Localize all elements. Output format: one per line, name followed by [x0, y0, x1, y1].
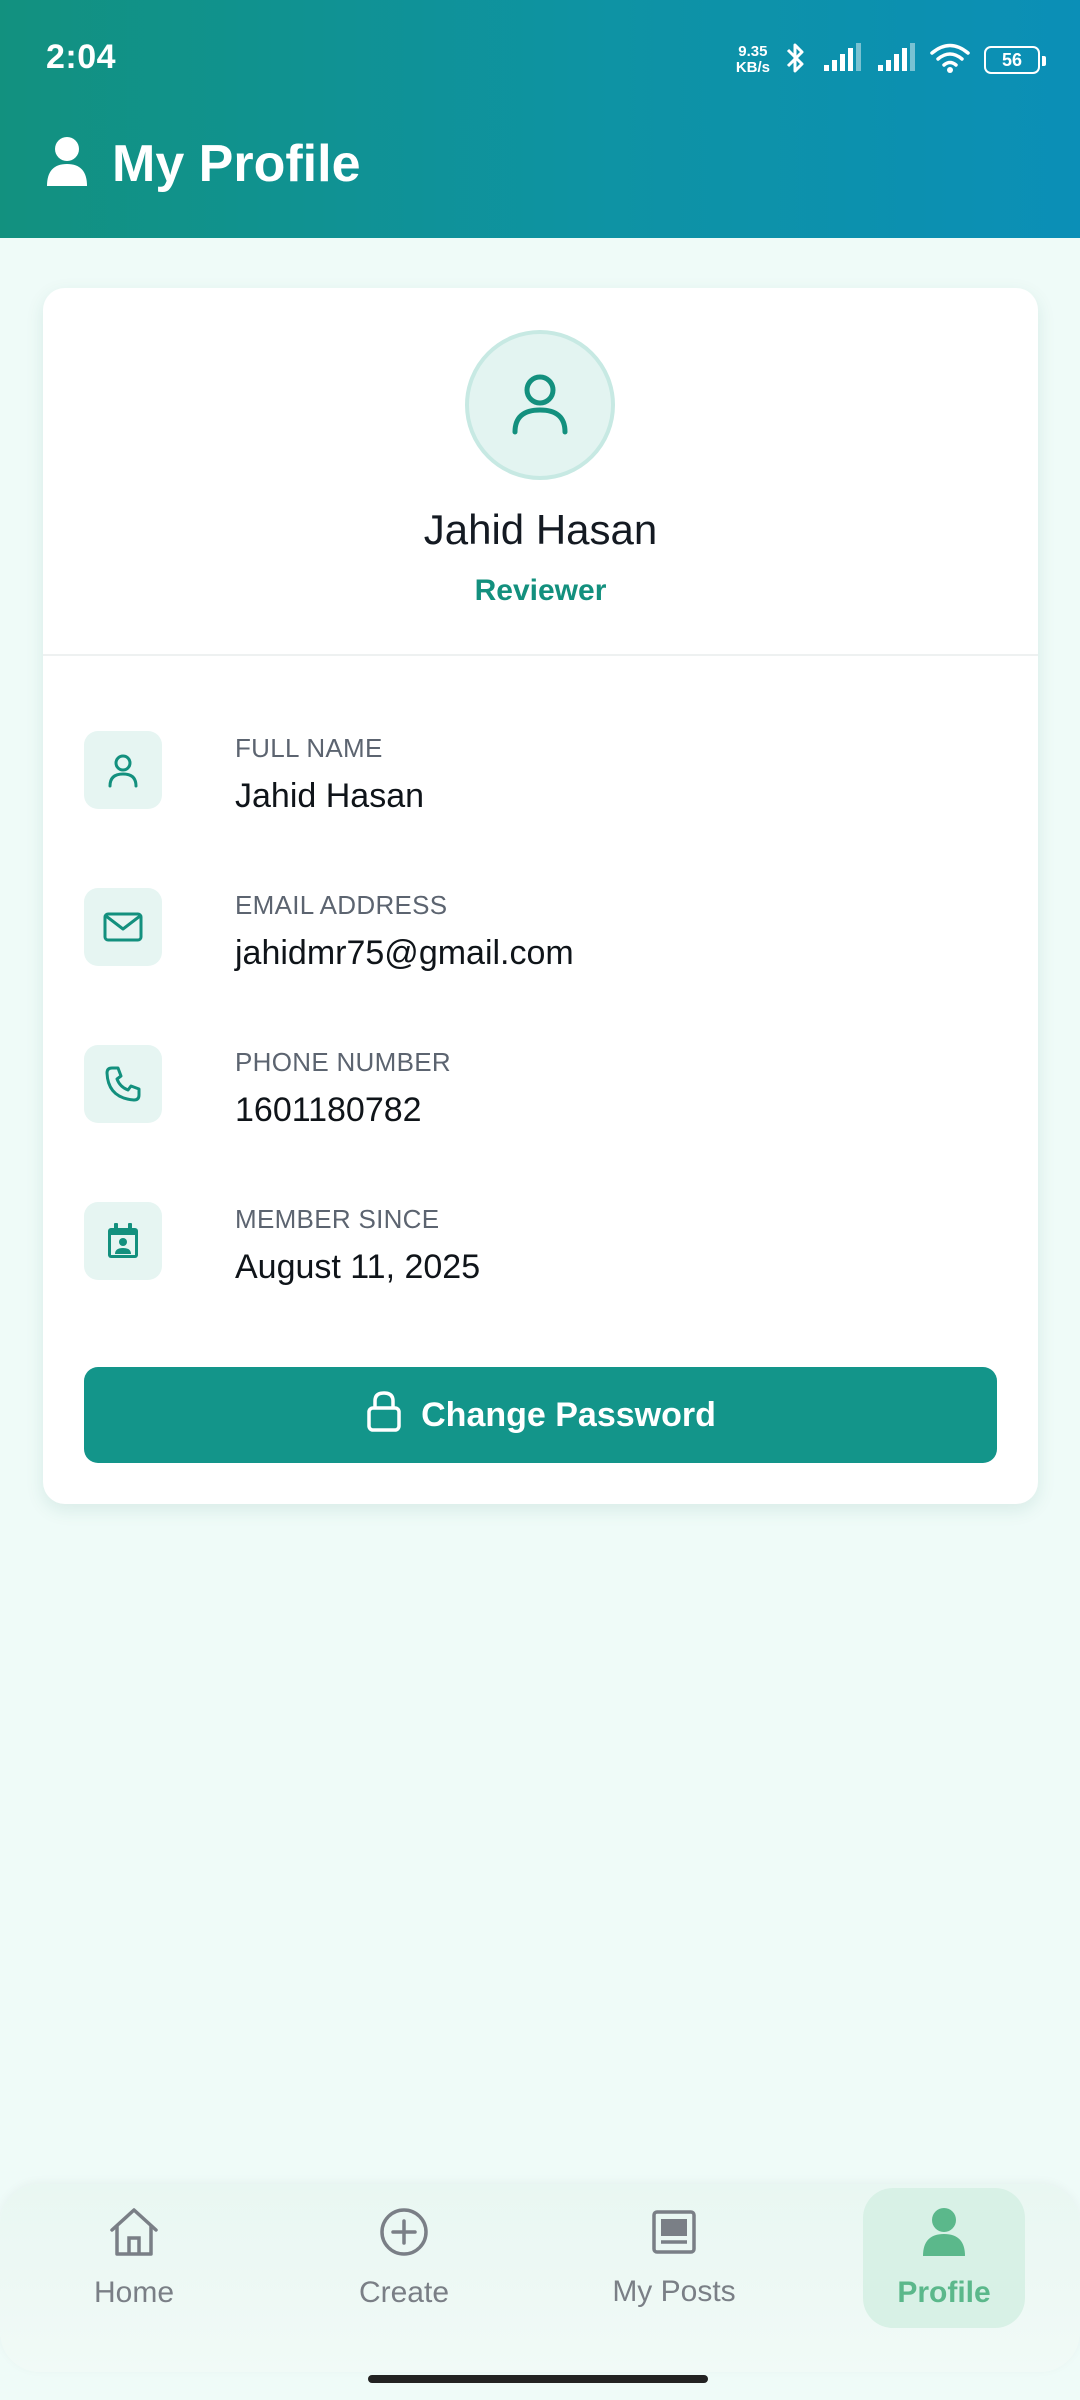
home-indicator[interactable] — [368, 2375, 708, 2383]
person-icon — [921, 2206, 967, 2266]
change-password-label: Change Password — [421, 1395, 716, 1434]
status-time: 2:04 — [46, 38, 117, 76]
phone-icon — [84, 1045, 162, 1123]
info-label: FULL NAME — [235, 733, 383, 763]
info-row-email: EMAIL ADDRESS jahidmr75@gmail.com — [84, 888, 984, 978]
lock-icon — [365, 1389, 403, 1442]
battery-icon: 56 — [984, 46, 1046, 74]
person-icon — [84, 731, 162, 809]
info-label: EMAIL ADDRESS — [235, 890, 448, 920]
nav-item-profile[interactable]: Profile — [863, 2188, 1025, 2328]
mail-icon — [84, 888, 162, 966]
network-speed: 9.35 KB/s — [735, 43, 770, 76]
plus-circle-icon — [378, 2206, 430, 2266]
info-value: August 11, 2025 — [235, 1248, 481, 1286]
info-value: jahidmr75@gmail.com — [235, 934, 574, 972]
posts-icon — [649, 2207, 699, 2265]
info-row-phone: PHONE NUMBER 1601180782 — [84, 1045, 984, 1135]
app-header: 2:04 9.35 KB/s 56 My Profile — [0, 0, 1080, 238]
status-bar: 2:04 9.35 KB/s 56 — [0, 0, 1080, 120]
avatar — [465, 330, 615, 480]
home-icon — [106, 2206, 162, 2266]
wifi-icon — [930, 42, 970, 79]
nav-label: Home — [93, 2276, 175, 2309]
nav-label: My Posts — [612, 2275, 736, 2308]
nav-label: Create — [358, 2276, 450, 2309]
person-icon — [46, 136, 88, 193]
info-value: Jahid Hasan — [235, 777, 425, 815]
change-password-button[interactable]: Change Password — [84, 1367, 997, 1463]
profile-role: Reviewer — [474, 574, 607, 607]
divider — [43, 654, 1038, 656]
nav-label: Profile — [897, 2276, 991, 2309]
nav-item-my-posts[interactable]: My Posts — [593, 2188, 755, 2328]
nav-item-create[interactable]: Create — [323, 2188, 485, 2328]
page-title-row: My Profile — [46, 134, 361, 194]
info-row-member-since: MEMBER SINCE August 11, 2025 — [84, 1202, 984, 1292]
profile-name: Jahid Hasan — [423, 506, 658, 553]
signal-icon — [822, 42, 862, 78]
person-icon — [505, 368, 575, 443]
bottom-navigation: Home Create My Posts Profile — [0, 2184, 1080, 2372]
bluetooth-icon — [784, 40, 808, 81]
page-title: My Profile — [112, 135, 361, 193]
signal-icon — [876, 42, 916, 78]
info-value: 1601180782 — [235, 1091, 422, 1129]
status-icons: 9.35 KB/s 56 — [735, 36, 1046, 84]
info-label: PHONE NUMBER — [235, 1047, 451, 1077]
info-label: MEMBER SINCE — [235, 1204, 440, 1234]
nav-item-home[interactable]: Home — [53, 2188, 215, 2328]
calendar-icon — [84, 1202, 162, 1280]
info-row-full-name: FULL NAME Jahid Hasan — [84, 731, 984, 821]
profile-card: Jahid Hasan Reviewer FULL NAME Jahid Has… — [43, 288, 1038, 1504]
